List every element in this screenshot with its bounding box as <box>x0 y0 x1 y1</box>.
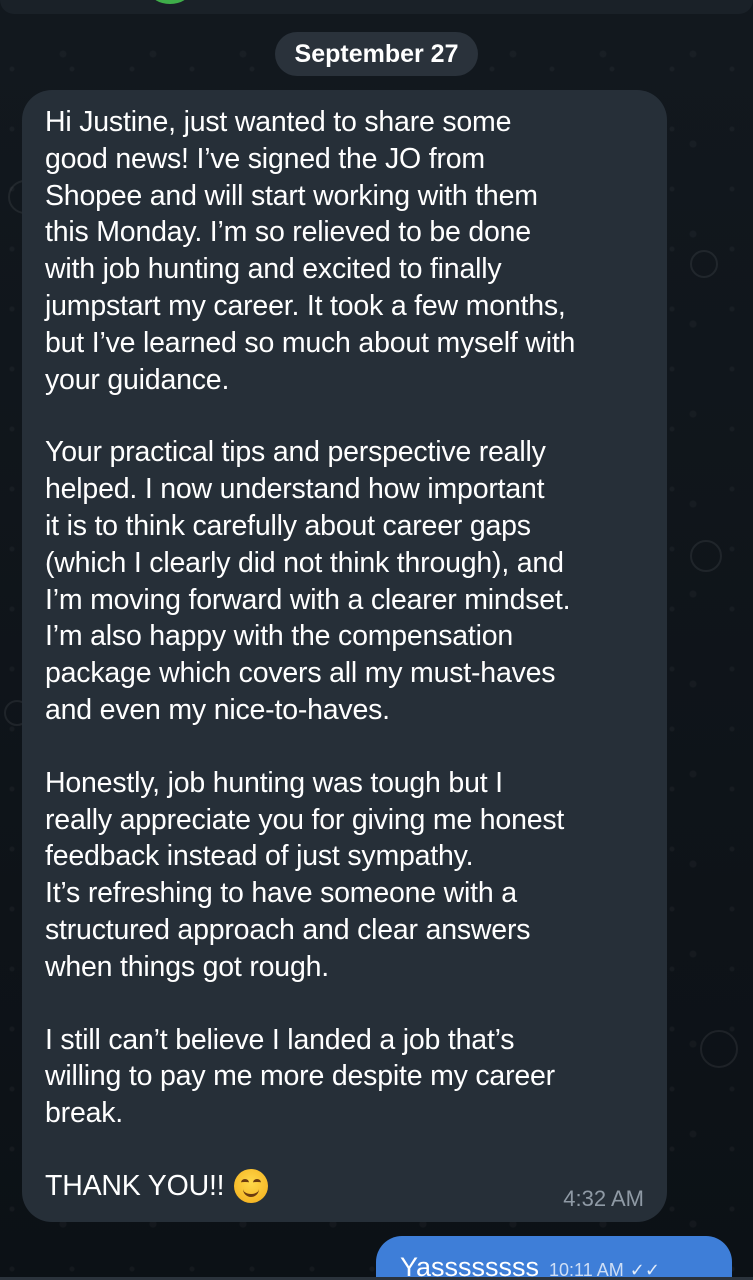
wallpaper-doodle-icon <box>690 540 722 572</box>
date-separator: September 27 <box>275 32 478 76</box>
wallpaper-doodle-icon <box>690 250 718 278</box>
message-paragraph: Honestly, job hunting was tough but I re… <box>45 766 565 983</box>
message-timestamp: 4:32 AM <box>563 1186 644 1211</box>
outgoing-message-bubble[interactable]: Yassssssss 10:11 AM ✓✓ <box>376 1236 732 1280</box>
outgoing-message-text: Yassssssss <box>400 1252 540 1280</box>
message-closing-text: THANK YOU!! <box>45 1169 225 1202</box>
message-paragraph: I still can’t believe I landed a job tha… <box>45 1023 555 1130</box>
message-closing-line: THANK YOU!! <box>45 1168 647 1205</box>
message-paragraph: Hi Justine, just wanted to share some go… <box>45 106 576 396</box>
online-indicator <box>150 0 190 4</box>
message-paragraph: Your practical tips and perspective real… <box>45 436 571 726</box>
incoming-message-bubble[interactable]: Hi Justine, just wanted to share some go… <box>22 90 667 1222</box>
top-bar <box>0 0 753 14</box>
wallpaper-doodle-icon <box>700 1030 738 1068</box>
smiling-face-emoji-icon <box>234 1169 269 1204</box>
